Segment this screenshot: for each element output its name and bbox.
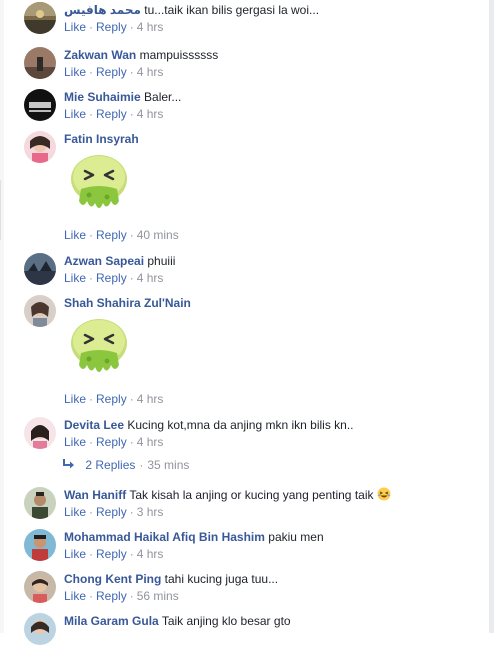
avatar[interactable] [24,487,56,519]
avatar[interactable] [24,529,56,561]
comment-text: Tak kisah la anjing or kucing yang penti… [129,488,374,502]
scrollbar-track[interactable] [489,0,494,633]
vomit-sticker-icon[interactable] [67,151,131,215]
reply-link[interactable]: Reply [96,435,127,449]
comment-text: mampuissssss [139,48,219,62]
avatar[interactable] [24,2,56,34]
reply-link[interactable]: Reply [96,505,127,519]
commenter-name[interactable]: Wan Haniff [64,488,126,502]
comment-time[interactable]: 56 mins [137,589,179,603]
comment-text: Kucing kot,mna da anjing mkn ikn bilis k… [127,418,354,432]
commenter-name[interactable]: Mohammad Haikal Afiq Bin Hashim [64,530,265,544]
reply-link[interactable]: Reply [96,271,127,285]
reply-link[interactable]: Reply [96,107,127,121]
view-replies[interactable]: 2 Replies · 35 mins [62,457,189,473]
comment-time[interactable]: 4 hrs [137,20,164,34]
laughing-emoji-icon [377,487,390,501]
like-link[interactable]: Like [64,547,86,561]
avatar[interactable] [24,89,56,121]
avatar[interactable] [24,571,56,603]
commenter-name[interactable]: محمد هافيس [64,3,141,17]
comment-time[interactable]: 4 hrs [137,435,164,449]
replies-time: 35 mins [147,458,190,472]
avatar[interactable] [24,417,56,449]
like-link[interactable]: Like [64,65,86,79]
reply-link[interactable]: Reply [96,20,127,34]
comment-text: Baler... [144,90,182,104]
vomit-sticker-icon[interactable] [67,315,131,379]
commenter-name[interactable]: Chong Kent Ping [64,572,161,586]
reply-link[interactable]: Reply [96,547,127,561]
replies-count-link[interactable]: 2 Replies [85,458,135,472]
comment-time[interactable]: 4 hrs [137,65,164,79]
reply-link[interactable]: Reply [96,392,127,406]
like-link[interactable]: Like [64,20,86,34]
reply-link[interactable]: Reply [96,228,127,242]
comment-time[interactable]: 40 mins [137,228,179,242]
avatar[interactable] [24,131,56,163]
comment-text: tu...taik ikan bilis gergasi la woi... [144,3,320,17]
comment-text: Taik anjing klo besar gto [161,614,291,628]
commenter-name[interactable]: Shah Shahira Zul'Nain [64,296,191,310]
commenter-name[interactable]: Azwan Sapeai [64,254,144,268]
comment-time[interactable]: 4 hrs [137,392,164,406]
avatar[interactable] [24,613,56,645]
comment-text: tahi kucing juga tuu... [164,572,279,586]
like-link[interactable]: Like [64,392,86,406]
reply-link[interactable]: Reply [96,65,127,79]
comment-time[interactable]: 4 hrs [137,547,164,561]
comment-time[interactable]: 4 hrs [137,271,164,285]
like-link[interactable]: Like [64,589,86,603]
commenter-name[interactable]: Zakwan Wan [64,48,136,62]
commenter-name[interactable]: Devita Lee [64,418,124,432]
commenter-name[interactable]: Mie Suhaimie [64,90,141,104]
commenter-name[interactable]: Fatin Insyrah [64,132,139,146]
like-link[interactable]: Like [64,435,86,449]
comment-time[interactable]: 3 hrs [137,505,164,519]
like-link[interactable]: Like [64,107,86,121]
like-link[interactable]: Like [64,228,86,242]
commenter-name[interactable]: Mila Garam Gula [64,614,159,628]
comment-text: phuiii [147,254,176,268]
like-link[interactable]: Like [64,271,86,285]
left-border [0,0,4,633]
avatar[interactable] [24,253,56,285]
reply-arrow-icon [63,459,74,469]
comment-time[interactable]: 4 hrs [137,107,164,121]
comment-text: pakiu men [268,530,324,544]
avatar[interactable] [24,295,56,327]
reply-link[interactable]: Reply [96,589,127,603]
like-link[interactable]: Like [64,505,86,519]
avatar[interactable] [24,47,56,79]
